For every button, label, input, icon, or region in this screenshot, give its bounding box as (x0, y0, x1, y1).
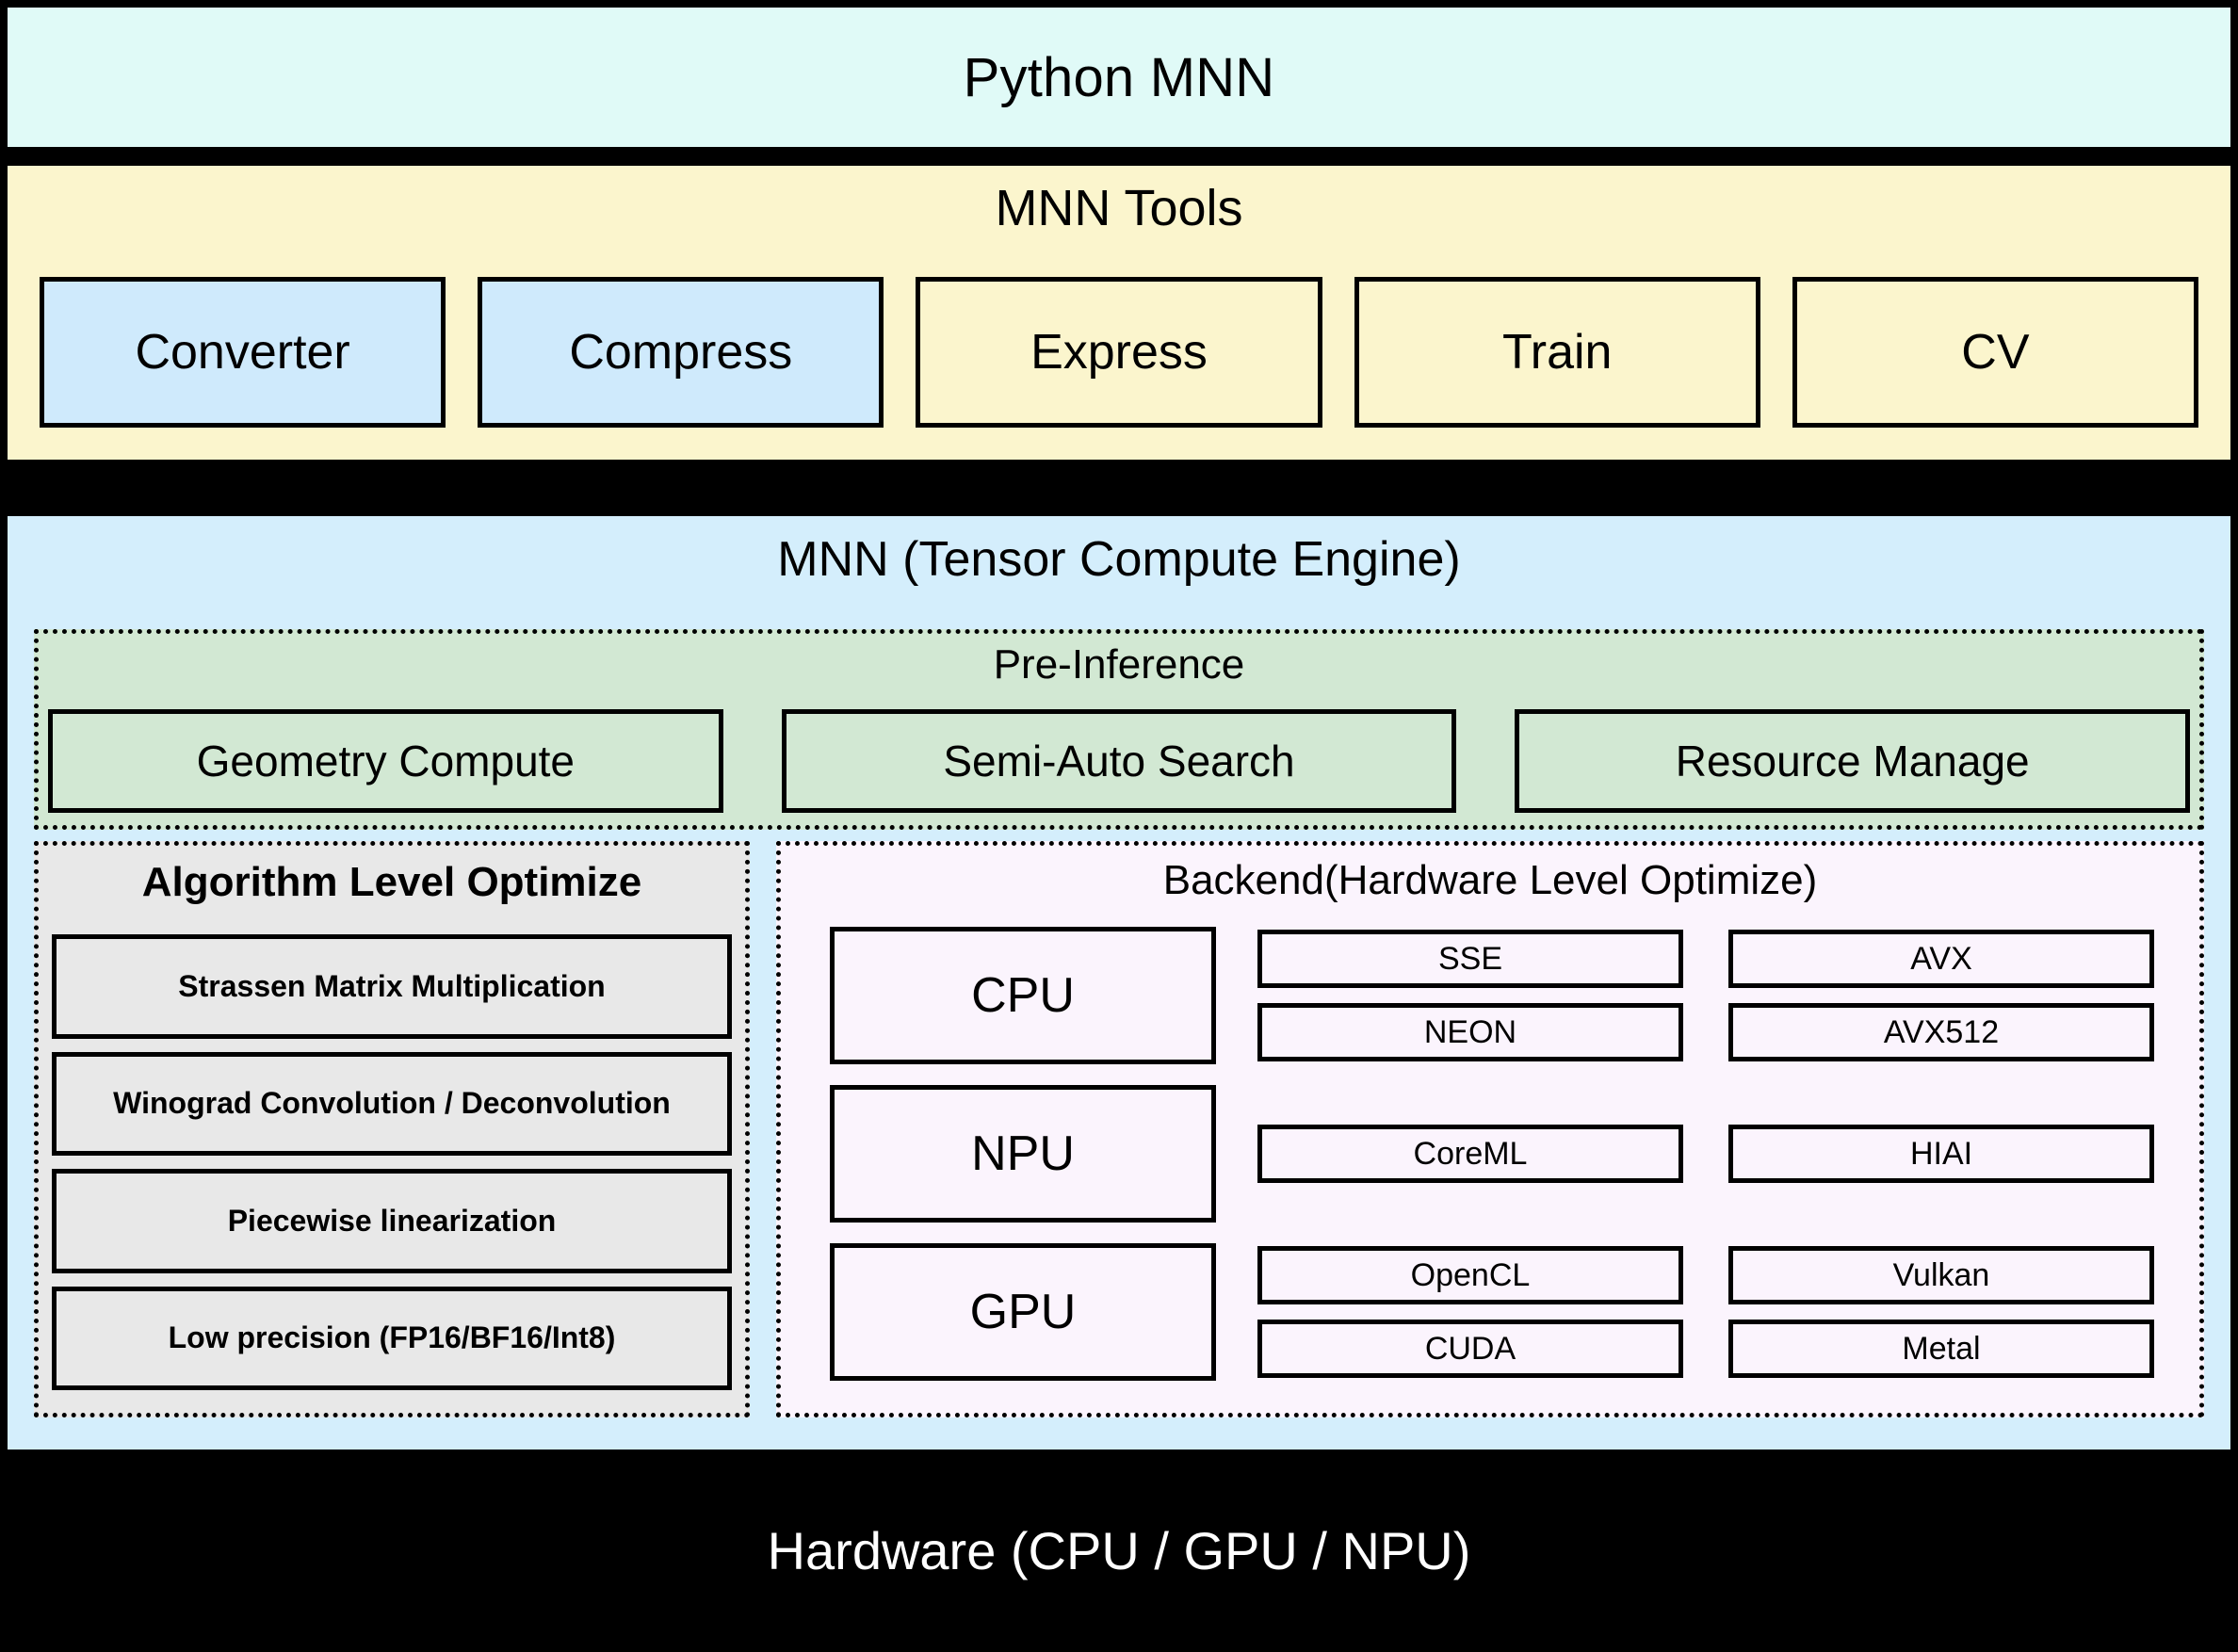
algorithm-item-piecewise-linearization[interactable]: Piecewise linearization (52, 1169, 732, 1273)
python-mnn-title: Python MNN (963, 46, 1275, 108)
backend-pair: SSE AVX (1257, 930, 2154, 988)
backend-processor-label: GPU (969, 1285, 1077, 1339)
backend-cell-cuda[interactable]: CUDA (1257, 1320, 1683, 1378)
backend-cells-cpu: SSE AVX NEON AVX512 (1257, 927, 2154, 1064)
architecture-diagram: Python MNN MNN Tools Converter Compress … (0, 0, 2238, 1652)
backend-cell-label: NEON (1423, 1013, 1517, 1050)
tool-label: Train (1501, 325, 1613, 380)
backend-cell-coreml[interactable]: CoreML (1257, 1125, 1683, 1183)
backend-grid: CPU SSE AVX NEON AVX512 NPU CoreML HIAI … (830, 927, 2154, 1381)
pre-inference-row: Geometry Compute Semi-Auto Search Resour… (48, 709, 2191, 813)
backend-cell-sse[interactable]: SSE (1257, 930, 1683, 988)
pre-inference-item-geometry-compute[interactable]: Geometry Compute (48, 709, 723, 813)
backend-processor-gpu[interactable]: GPU (830, 1243, 1216, 1381)
tool-box-express[interactable]: Express (916, 277, 1322, 428)
backend-panel: Backend(Hardware Level Optimize) CPU SSE (776, 841, 2204, 1417)
backend-row-cpu: CPU SSE AVX NEON AVX512 (830, 927, 2154, 1064)
tool-box-converter[interactable]: Converter (40, 277, 446, 428)
algorithm-item-winograd[interactable]: Winograd Convolution / Deconvolution (52, 1051, 732, 1156)
backend-cell-neon[interactable]: NEON (1257, 1003, 1683, 1061)
tool-label: Compress (569, 325, 793, 380)
algorithm-item-low-precision[interactable]: Low precision (FP16/BF16/Int8) (52, 1286, 732, 1390)
hardware-layer: Hardware (CPU / GPU / NPU) (0, 1450, 2238, 1652)
mnn-tools-row: Converter Compress Express Train CV (40, 277, 2199, 428)
backend-title: Backend(Hardware Level Optimize) (1162, 857, 1818, 903)
backend-cell-opencl[interactable]: OpenCL (1257, 1246, 1683, 1304)
algorithm-level-optimize-title: Algorithm Level Optimize (141, 859, 642, 905)
backend-cell-label: AVX (1910, 940, 1972, 977)
pre-inference-item-resource-manage[interactable]: Resource Manage (1515, 709, 2191, 813)
hardware-title: Hardware (CPU / GPU / NPU) (767, 1521, 1471, 1580)
python-mnn-layer: Python MNN (8, 8, 2230, 147)
backend-processor-label: NPU (971, 1126, 1075, 1181)
tool-box-train[interactable]: Train (1354, 277, 1760, 428)
mnn-tools-layer: MNN Tools Converter Compress Express Tra… (8, 166, 2230, 460)
algorithm-item-list: Strassen Matrix Multiplication Winograd … (52, 934, 732, 1390)
algorithm-item-label: Piecewise linearization (227, 1203, 557, 1238)
pre-inference-item-label: Geometry Compute (196, 737, 576, 786)
backend-cell-avx[interactable]: AVX (1728, 930, 2154, 988)
algorithm-level-optimize-panel: Algorithm Level Optimize Strassen Matrix… (34, 841, 750, 1417)
pre-inference-item-semi-auto-search[interactable]: Semi-Auto Search (781, 709, 1457, 813)
pre-inference-panel: Pre-Inference Geometry Compute Semi-Auto… (34, 629, 2204, 830)
backend-cell-label: AVX512 (1883, 1013, 2000, 1050)
backend-cells-npu: CoreML HIAI (1257, 1085, 2154, 1223)
backend-cell-label: SSE (1437, 940, 1503, 977)
mnn-engine-title: MNN (Tensor Compute Engine) (777, 532, 1461, 587)
tool-label: CV (1961, 325, 2030, 380)
pre-inference-item-label: Semi-Auto Search (943, 737, 1295, 786)
backend-cell-avx512[interactable]: AVX512 (1728, 1003, 2154, 1061)
pre-inference-item-label: Resource Manage (1675, 737, 2030, 786)
backend-pair: OpenCL Vulkan (1257, 1246, 2154, 1304)
backend-pair: CoreML HIAI (1257, 1125, 2154, 1183)
algorithm-item-label: Winograd Convolution / Deconvolution (113, 1086, 671, 1121)
backend-cell-label: CoreML (1413, 1135, 1528, 1172)
pre-inference-title: Pre-Inference (993, 641, 1245, 688)
tool-box-compress[interactable]: Compress (478, 277, 884, 428)
backend-pair: CUDA Metal (1257, 1320, 2154, 1378)
backend-cell-label: Vulkan (1892, 1256, 1990, 1293)
backend-cell-hiai[interactable]: HIAI (1728, 1125, 2154, 1183)
backend-cell-label: Metal (1902, 1330, 1981, 1367)
tool-box-cv[interactable]: CV (1792, 277, 2199, 428)
backend-cell-label: CUDA (1424, 1330, 1516, 1367)
algorithm-item-strassen[interactable]: Strassen Matrix Multiplication (52, 934, 732, 1039)
backend-cell-vulkan[interactable]: Vulkan (1728, 1246, 2154, 1304)
backend-processor-label: CPU (971, 968, 1075, 1023)
mnn-tools-title: MNN Tools (995, 180, 1243, 236)
backend-processor-cpu[interactable]: CPU (830, 927, 1216, 1064)
backend-cells-gpu: OpenCL Vulkan CUDA Metal (1257, 1243, 2154, 1381)
backend-processor-npu[interactable]: NPU (830, 1085, 1216, 1223)
backend-row-gpu: GPU OpenCL Vulkan CUDA Metal (830, 1243, 2154, 1381)
backend-cell-metal[interactable]: Metal (1728, 1320, 2154, 1378)
backend-pair: NEON AVX512 (1257, 1003, 2154, 1061)
algorithm-item-label: Low precision (FP16/BF16/Int8) (168, 1320, 616, 1355)
mnn-engine-layer: MNN (Tensor Compute Engine) Pre-Inferenc… (8, 516, 2230, 1450)
backend-row-npu: NPU CoreML HIAI (830, 1085, 2154, 1223)
backend-cell-label: OpenCL (1410, 1256, 1531, 1293)
algorithm-item-label: Strassen Matrix Multiplication (178, 968, 606, 1003)
backend-cell-label: HIAI (1909, 1135, 1973, 1172)
tool-label: Converter (135, 325, 350, 380)
tool-label: Express (1030, 325, 1208, 380)
engine-lower-row: Algorithm Level Optimize Strassen Matrix… (34, 841, 2204, 1417)
